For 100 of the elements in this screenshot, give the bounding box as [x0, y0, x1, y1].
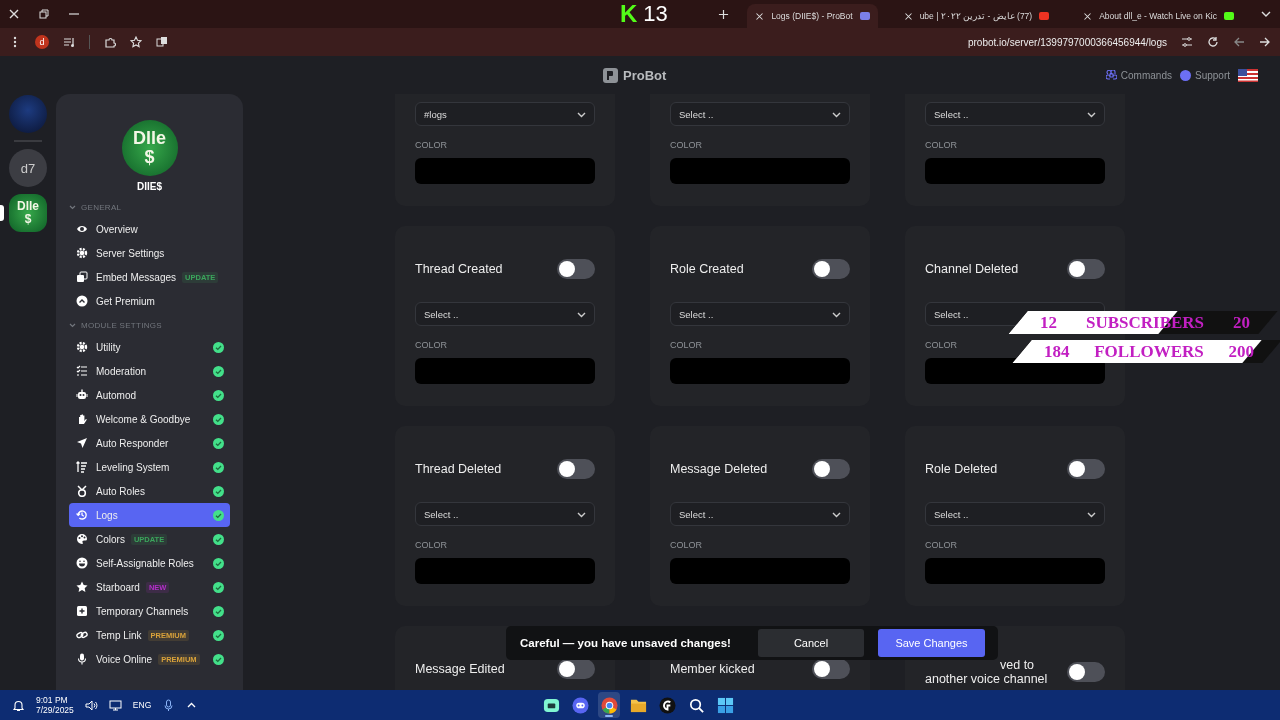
- sidebar-item[interactable]: Moderation: [69, 359, 230, 383]
- toggle-switch[interactable]: [1067, 259, 1105, 279]
- field-label: COLOR: [670, 140, 703, 150]
- restore-icon[interactable]: [38, 8, 50, 20]
- goal-target: 20: [1233, 312, 1250, 333]
- log-title: Message Deleted: [670, 462, 768, 476]
- extensions-icon[interactable]: [104, 36, 116, 48]
- close-icon[interactable]: [903, 11, 913, 21]
- site-icon: [859, 12, 870, 20]
- gear-icon: [76, 247, 88, 259]
- browser-tab[interactable]: (77) عايض - تدرين ٢٠٢٢ | ube: [895, 4, 1058, 28]
- close-icon[interactable]: [755, 11, 765, 21]
- close-icon[interactable]: [8, 8, 20, 20]
- log-title: Role Created: [670, 262, 744, 276]
- channel-select[interactable]: #logs: [415, 102, 595, 126]
- palette-icon: [76, 533, 88, 545]
- toggle-switch[interactable]: [557, 459, 595, 479]
- chevron-icon[interactable]: [69, 203, 76, 211]
- flag-icon[interactable]: [1238, 68, 1258, 82]
- sidebar-item[interactable]: Welcome & Goodbye: [69, 407, 230, 431]
- stream-app-icon: [542, 696, 560, 714]
- sidebar-item[interactable]: Auto Responder: [69, 431, 230, 455]
- color-picker[interactable]: [415, 158, 595, 184]
- network-icon[interactable]: [108, 698, 122, 712]
- server-name: DIIE$: [137, 181, 162, 192]
- server-icon[interactable]: Dlle $: [9, 194, 47, 232]
- command-icon: [1105, 69, 1117, 81]
- paper-plane-icon: [76, 437, 88, 449]
- close-icon[interactable]: [1083, 11, 1093, 21]
- warning-message: Careful — you have unsaved changes!: [520, 637, 732, 649]
- server-logo: Dlle $: [121, 120, 178, 176]
- channel-select[interactable]: Select ..: [415, 502, 595, 526]
- sidebar-item[interactable]: Get Premium: [69, 289, 230, 313]
- toggle-switch[interactable]: [1067, 662, 1105, 682]
- toggle-switch[interactable]: [812, 459, 850, 479]
- color-picker[interactable]: [670, 558, 850, 584]
- profile-avatar[interactable]: d: [35, 35, 49, 49]
- sidebar-item[interactable]: Automod: [69, 383, 230, 407]
- toggle-switch[interactable]: [557, 259, 595, 279]
- field-label: COLOR: [670, 540, 703, 550]
- volume-icon[interactable]: [84, 698, 98, 712]
- reload-icon[interactable]: [1207, 36, 1219, 48]
- notification-bell-icon[interactable]: [12, 698, 25, 712]
- clock-date[interactable]: 7/29/2025: [36, 705, 74, 715]
- address-bar[interactable]: probot.io/server/1399797000366456944/logs: [967, 36, 1167, 48]
- color-picker[interactable]: [925, 558, 1105, 584]
- channel-select[interactable]: Select ..: [670, 302, 850, 326]
- field-label: COLOR: [925, 340, 958, 350]
- translate-icon[interactable]: [156, 36, 168, 48]
- sidebar-item[interactable]: Self-Assignable Roles: [69, 551, 230, 575]
- smiley-icon: [76, 557, 88, 569]
- channel-select[interactable]: Select ..: [670, 102, 850, 126]
- toggle-switch[interactable]: [812, 659, 850, 679]
- channel-select[interactable]: Select ..: [925, 502, 1105, 526]
- language-indicator[interactable]: ENG: [132, 700, 152, 710]
- color-picker[interactable]: [925, 158, 1105, 184]
- goal-target: 200: [1228, 341, 1254, 362]
- channel-select[interactable]: Select ..: [925, 102, 1105, 126]
- header-link[interactable]: Support: [1194, 69, 1230, 81]
- toggle-switch[interactable]: [812, 259, 850, 279]
- color-picker[interactable]: [670, 158, 850, 184]
- sidebar-item[interactable]: Leveling System: [69, 455, 230, 479]
- follower-count: 13: [643, 1, 668, 27]
- brand-name: ProBot: [623, 68, 667, 83]
- log-title: Role Deleted: [925, 462, 998, 476]
- sidebar-item[interactable]: Overview: [69, 217, 230, 241]
- save-changes-button[interactable]: Save Changes: [878, 629, 985, 657]
- sidebar-item[interactable]: Auto Roles: [69, 479, 230, 503]
- plus-square-icon: [76, 605, 88, 617]
- sidebar-item[interactable]: Server Settings: [69, 241, 230, 265]
- channel-select[interactable]: Select ..: [670, 502, 850, 526]
- sidebar-item[interactable]: Temporary Channels: [69, 599, 230, 623]
- checklist-icon: [76, 365, 88, 377]
- sidebar-item[interactable]: Logs: [69, 503, 230, 527]
- media-icon[interactable]: [63, 36, 75, 48]
- gaming-app-icon: [658, 696, 676, 714]
- new-tab-icon[interactable]: [718, 8, 730, 20]
- color-picker[interactable]: [670, 358, 850, 384]
- header-link[interactable]: Commands: [1120, 69, 1172, 81]
- forward-icon[interactable]: [1259, 36, 1271, 48]
- level-bars-icon: [76, 461, 88, 473]
- windows-start-icon: [716, 696, 734, 714]
- channel-select[interactable]: Select ..: [415, 302, 595, 326]
- browser-tab[interactable]: About dll_e - Watch Live on Kic: [1075, 4, 1242, 28]
- chevron-icon[interactable]: [69, 321, 76, 329]
- section-heading: GENERAL: [81, 202, 122, 212]
- toggle-switch[interactable]: [1067, 459, 1105, 479]
- log-title: Member kicked: [670, 662, 755, 676]
- bookmark-star-icon[interactable]: [130, 36, 142, 48]
- color-picker[interactable]: [415, 558, 595, 584]
- toggle-switch[interactable]: [557, 659, 595, 679]
- taskbar-app[interactable]: [598, 692, 620, 718]
- browser-tab[interactable]: Logs (DIIE$) - ProBot: [747, 4, 878, 28]
- server-icon[interactable]: d7: [9, 149, 47, 187]
- cancel-button[interactable]: Cancel: [758, 629, 864, 657]
- back-icon[interactable]: [1233, 36, 1245, 48]
- clock-time[interactable]: 9:01 PM: [36, 695, 74, 705]
- color-picker[interactable]: [415, 358, 595, 384]
- site-settings-icon[interactable]: [1181, 36, 1193, 48]
- sidebar-item[interactable]: Utility: [69, 335, 230, 359]
